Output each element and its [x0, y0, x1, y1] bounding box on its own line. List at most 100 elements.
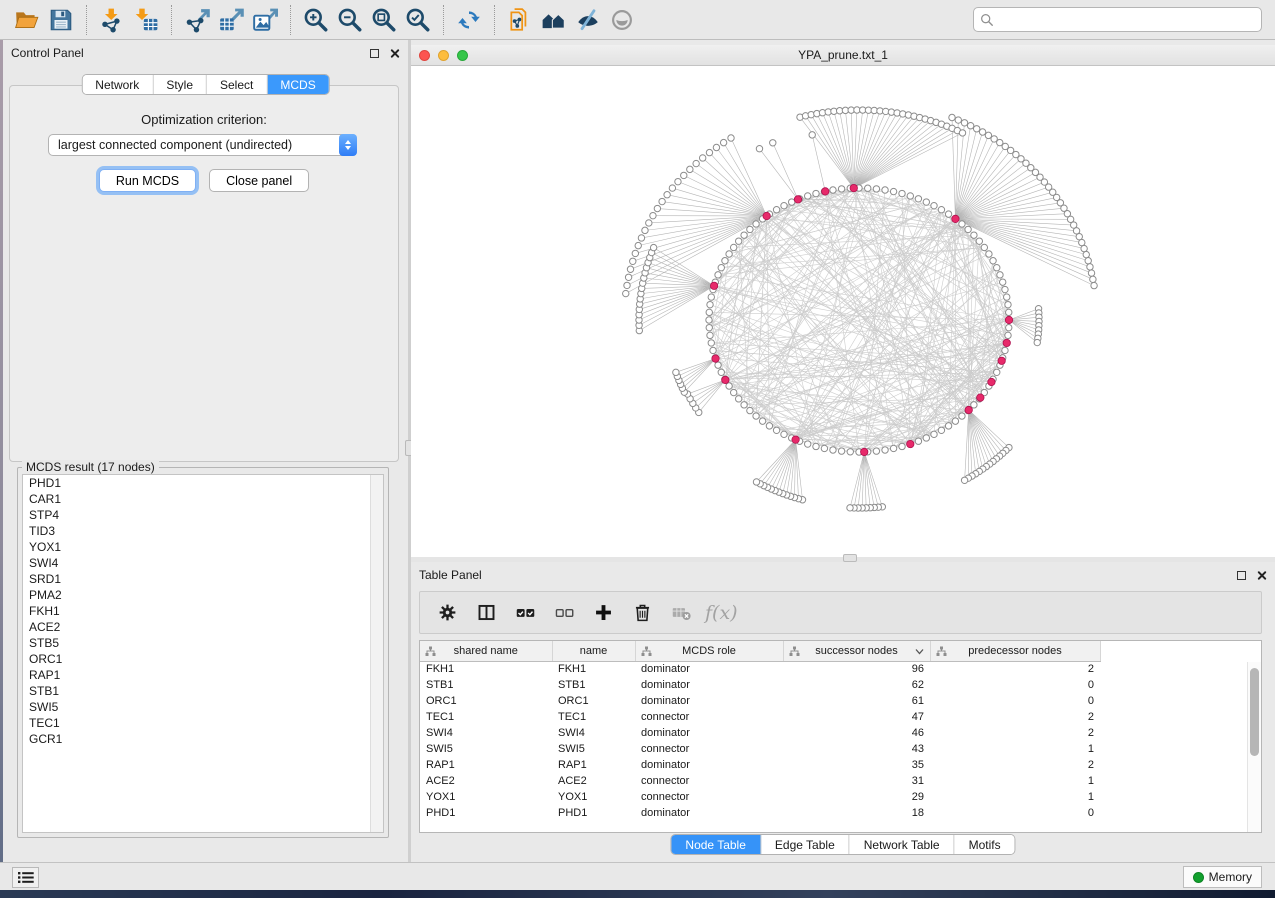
col-predecessor-nodes[interactable]: predecessor nodes	[930, 641, 1100, 661]
open-folder-button[interactable]	[10, 4, 44, 36]
mcds-result-list[interactable]: PHD1CAR1STP4TID3YOX1SWI4SRD1PMA2FKH1ACE2…	[22, 474, 384, 833]
table-cell: FKH1	[420, 661, 552, 677]
mcds-result-item[interactable]: TEC1	[23, 715, 383, 731]
tab-mcds[interactable]: MCDS	[267, 75, 328, 94]
mcds-result-item[interactable]: ORC1	[23, 651, 383, 667]
mcds-result-item[interactable]: CAR1	[23, 491, 383, 507]
scrollbar-thumb[interactable]	[1250, 668, 1259, 756]
tab-network[interactable]: Network	[82, 75, 153, 94]
table-cell: connector	[635, 741, 783, 757]
run-mcds-button[interactable]: Run MCDS	[99, 169, 196, 192]
import-table-button[interactable]	[129, 4, 163, 36]
close-panel-icon[interactable]	[389, 48, 400, 59]
tab-node-table[interactable]: Node Table	[671, 835, 761, 854]
table-row[interactable]: RAP1RAP1dominator352	[420, 757, 1100, 773]
panel-menu-button[interactable]	[12, 867, 39, 888]
export-network-button[interactable]	[180, 4, 214, 36]
table-cell: YOX1	[552, 789, 635, 805]
zoom-selected-button[interactable]	[401, 4, 435, 36]
desktop-wallpaper-bottom	[0, 890, 1275, 898]
mcds-result-item[interactable]: PMA2	[23, 587, 383, 603]
table-cell: dominator	[635, 677, 783, 693]
table-settings-button[interactable]	[432, 598, 462, 628]
tab-select[interactable]: Select	[207, 75, 267, 94]
tab-style[interactable]: Style	[153, 75, 207, 94]
show-details-button[interactable]	[605, 4, 639, 36]
add-column-button[interactable]	[588, 598, 618, 628]
table-row[interactable]: SWI5SWI5connector431	[420, 741, 1100, 757]
select-all-button[interactable]	[510, 598, 540, 628]
table-cell: YOX1	[420, 789, 552, 805]
mcds-result-item[interactable]: TID3	[23, 523, 383, 539]
mcds-result-group: MCDS result (17 nodes) PHD1CAR1STP4TID3Y…	[17, 467, 389, 838]
show-columns-button[interactable]	[471, 598, 501, 628]
mcds-result-item[interactable]: FKH1	[23, 603, 383, 619]
table-row[interactable]: PHD1PHD1dominator180	[420, 805, 1100, 821]
mcds-result-item[interactable]: STP4	[23, 507, 383, 523]
zoom-in-button[interactable]	[299, 4, 333, 36]
tab-edge-table[interactable]: Edge Table	[761, 835, 850, 854]
mcds-result-item[interactable]: GCR1	[23, 731, 383, 747]
export-table-button[interactable]	[214, 4, 248, 36]
control-panel: Control Panel Network Style Select MCDS …	[3, 40, 408, 862]
mcds-result-item[interactable]: YOX1	[23, 539, 383, 555]
table-row[interactable]: SWI4SWI4dominator462	[420, 725, 1100, 741]
table-cell: 61	[783, 693, 930, 709]
save-button[interactable]	[44, 4, 78, 36]
float-panel-icon[interactable]	[370, 49, 379, 58]
mcds-result-item[interactable]: STB5	[23, 635, 383, 651]
network-graph[interactable]	[411, 66, 1275, 557]
mcds-result-item[interactable]: STB1	[23, 683, 383, 699]
maximize-window-icon[interactable]	[457, 50, 468, 61]
table-type-tabs: Node Table Edge Table Network Table Moti…	[670, 834, 1015, 855]
table-row[interactable]: ACE2ACE2connector311	[420, 773, 1100, 789]
col-successor-nodes[interactable]: successor nodes	[783, 641, 930, 661]
col-name[interactable]: name	[552, 641, 635, 661]
mcds-result-item[interactable]: SWI4	[23, 555, 383, 571]
delete-column-button[interactable]	[627, 598, 657, 628]
zoom-out-button[interactable]	[333, 4, 367, 36]
list-scrollbar[interactable]	[370, 475, 383, 832]
network-canvas[interactable]	[411, 66, 1275, 557]
toolbar-separator	[443, 5, 444, 35]
tab-motifs[interactable]: Motifs	[955, 835, 1015, 854]
table-row[interactable]: TEC1TEC1connector472	[420, 709, 1100, 725]
col-shared-name[interactable]: shared name	[420, 641, 552, 661]
network-from-file-button[interactable]	[503, 4, 537, 36]
table-row[interactable]: FKH1FKH1dominator962	[420, 661, 1100, 677]
criterion-select[interactable]: largest connected component (undirected)	[48, 134, 357, 156]
table-scrollbar[interactable]	[1247, 662, 1261, 832]
hide-details-button[interactable]	[571, 4, 605, 36]
mcds-result-item[interactable]: ACE2	[23, 619, 383, 635]
home-button[interactable]	[537, 4, 571, 36]
export-image-button[interactable]	[248, 4, 282, 36]
mcds-result-item[interactable]: SRD1	[23, 571, 383, 587]
search-field[interactable]	[973, 7, 1262, 32]
close-panel-icon[interactable]	[1256, 570, 1267, 581]
deselect-all-button[interactable]	[549, 598, 579, 628]
float-panel-icon[interactable]	[1237, 571, 1246, 580]
mcds-result-item[interactable]: RAP1	[23, 667, 383, 683]
minimize-window-icon[interactable]	[438, 50, 449, 61]
table-cell: connector	[635, 773, 783, 789]
close-window-icon[interactable]	[419, 50, 430, 61]
network-window-titlebar[interactable]: YPA_prune.txt_1	[411, 45, 1275, 66]
zoom-fit-button[interactable]	[367, 4, 401, 36]
table-row[interactable]: STB1STB1dominator620	[420, 677, 1100, 693]
refresh-button[interactable]	[452, 4, 486, 36]
search-input[interactable]	[999, 13, 1255, 27]
table-row[interactable]: YOX1YOX1connector291	[420, 789, 1100, 805]
splitter-grip[interactable]	[843, 554, 857, 562]
import-network-button[interactable]	[95, 4, 129, 36]
table-cell: RAP1	[420, 757, 552, 773]
memory-status-icon	[1193, 872, 1204, 883]
table-cell: PHD1	[420, 805, 552, 821]
memory-button[interactable]: Memory	[1183, 866, 1262, 888]
col-mcds-role[interactable]: MCDS role	[635, 641, 783, 661]
table-row[interactable]: ORC1ORC1dominator610	[420, 693, 1100, 709]
tab-network-table[interactable]: Network Table	[850, 835, 955, 854]
table-cell: 96	[783, 661, 930, 677]
mcds-result-item[interactable]: SWI5	[23, 699, 383, 715]
close-panel-button[interactable]: Close panel	[209, 169, 309, 192]
mcds-result-item[interactable]: PHD1	[23, 475, 383, 491]
